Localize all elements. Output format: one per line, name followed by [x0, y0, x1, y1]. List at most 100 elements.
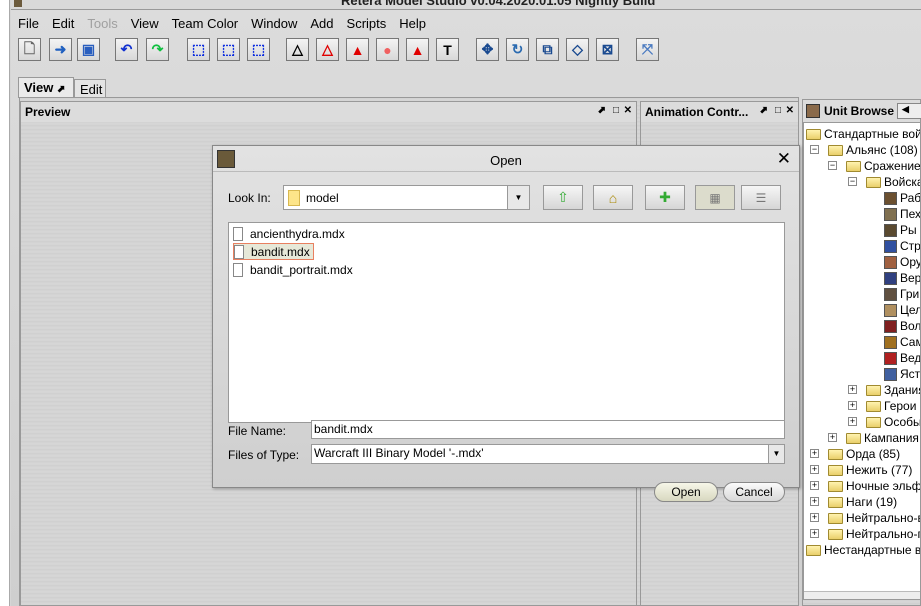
menu-team-color[interactable]: Team Color: [172, 16, 238, 31]
toolbar: 🗋 ➜ ▣ ↶ ↷ ⬚ ⬚ ⬚ △ △ ▲ ● ▲ T ✥ ↻ ⧉ ◇ ⊠ ⤧: [11, 36, 921, 66]
file-name-input[interactable]: bandit.mdx: [311, 420, 785, 439]
chevron-down-icon[interactable]: ▼: [507, 186, 529, 209]
menu-help[interactable]: Help: [399, 16, 426, 31]
tree-item[interactable]: Сам: [884, 334, 920, 350]
scale-button[interactable]: ⧉: [536, 38, 559, 61]
tree-item[interactable]: + Кампания: [828, 430, 919, 446]
list-view-button[interactable]: ▦: [695, 185, 735, 210]
tree-item[interactable]: + Нежить (77): [810, 462, 912, 478]
select-button[interactable]: ⬚: [187, 38, 210, 61]
undo-button[interactable]: ↶: [115, 38, 138, 61]
vertex-mode-button[interactable]: △: [286, 38, 309, 61]
tree-item[interactable]: − Войска: [848, 174, 920, 190]
tab-edit[interactable]: Edit: [74, 79, 106, 97]
deselect-button[interactable]: ⬚: [247, 38, 270, 61]
look-in-combo[interactable]: model ▼: [283, 185, 530, 210]
menu-file[interactable]: File: [18, 16, 39, 31]
group-mode-button[interactable]: ▲: [346, 38, 369, 61]
tree-item[interactable]: + Нейтрально-в: [810, 510, 920, 526]
expand-icon[interactable]: +: [810, 481, 819, 490]
expand-icon[interactable]: +: [848, 401, 857, 410]
face-mode-button[interactable]: △: [316, 38, 339, 61]
tree-item[interactable]: Ры: [884, 222, 917, 238]
text-button[interactable]: T: [436, 38, 459, 61]
bone-mode-button[interactable]: ●: [376, 38, 399, 61]
expand-icon[interactable]: +: [848, 385, 857, 394]
new-folder-button[interactable]: ✚: [645, 185, 685, 210]
horizontal-scrollbar[interactable]: [804, 591, 920, 599]
file-item[interactable]: bandit_portrait.mdx: [233, 261, 353, 278]
home-button[interactable]: ⌂: [593, 185, 633, 210]
tree-item[interactable]: Ору: [884, 254, 920, 270]
tree-item[interactable]: Гри: [884, 286, 919, 302]
close-icon[interactable]: ✕: [624, 105, 632, 116]
tree-item[interactable]: + Здания: [848, 382, 920, 398]
cancel-button[interactable]: Cancel: [723, 482, 785, 502]
tree-item[interactable]: − Сражение: [828, 158, 920, 174]
menu-tools[interactable]: Tools: [87, 16, 117, 31]
tree-item[interactable]: Нестандартные в: [806, 542, 920, 558]
new-file-button[interactable]: 🗋: [18, 38, 41, 61]
expand-icon[interactable]: +: [848, 417, 857, 426]
undock-icon[interactable]: ⬈: [57, 84, 65, 95]
extend-button[interactable]: ⊠: [596, 38, 619, 61]
tree-item[interactable]: Стандартные вой: [806, 126, 920, 142]
unit-tree[interactable]: Стандартные вой − Альянс (108) − Сражение − Во…: [803, 122, 921, 600]
collapse-icon[interactable]: −: [848, 177, 857, 186]
expand-icon[interactable]: +: [810, 529, 819, 538]
tree-item[interactable]: Яст: [884, 366, 920, 382]
file-item[interactable]: bandit.mdx: [233, 243, 314, 260]
file-type-combo[interactable]: Warcraft III Binary Model '-.mdx' ▼: [311, 444, 785, 464]
open-file-button[interactable]: ➜: [49, 38, 72, 61]
chevron-down-icon[interactable]: ▼: [768, 445, 784, 463]
menu-edit[interactable]: Edit: [52, 16, 74, 31]
expand-icon[interactable]: +: [810, 449, 819, 458]
tree-item[interactable]: Стр: [884, 238, 920, 254]
rotate-button[interactable]: ↻: [506, 38, 529, 61]
up-folder-button[interactable]: ⇧: [543, 185, 583, 210]
vertex-mode-icon: △: [292, 41, 303, 57]
expand-icon[interactable]: +: [810, 513, 819, 522]
tree-item[interactable]: + Герои: [848, 398, 916, 414]
tree-item[interactable]: Вол: [884, 318, 920, 334]
tree-item[interactable]: − Альянс (108): [810, 142, 918, 158]
collapse-icon[interactable]: −: [828, 161, 837, 170]
tree-item[interactable]: Вер: [884, 270, 920, 286]
redo-button[interactable]: ↷: [146, 38, 169, 61]
tree-item[interactable]: + Нейтрально-п: [810, 526, 920, 542]
tab-view[interactable]: View ⬈: [18, 77, 74, 98]
tree-item[interactable]: Цел: [884, 302, 920, 318]
collapse-icon[interactable]: −: [810, 145, 819, 154]
add-select-button[interactable]: ⬚: [217, 38, 240, 61]
menu-view[interactable]: View: [131, 16, 159, 31]
tree-item[interactable]: Раб: [884, 190, 920, 206]
snap-button[interactable]: ⤧: [636, 38, 659, 61]
undock-icon[interactable]: ⬈: [598, 105, 606, 116]
extrude-button[interactable]: ◇: [566, 38, 589, 61]
tree-item[interactable]: + Орда (85): [810, 446, 900, 462]
scroll-left-tab-button[interactable]: ◀: [897, 103, 921, 119]
expand-icon[interactable]: +: [810, 497, 819, 506]
cluster-mode-button[interactable]: ▲: [406, 38, 429, 61]
menu-scripts[interactable]: Scripts: [347, 16, 387, 31]
menu-add[interactable]: Add: [310, 16, 333, 31]
save-button[interactable]: ▣: [77, 38, 100, 61]
maximize-icon[interactable]: □: [775, 105, 781, 116]
file-item[interactable]: ancienthydra.mdx: [233, 225, 345, 242]
details-view-button[interactable]: ☰: [741, 185, 781, 210]
open-button[interactable]: Open: [654, 482, 718, 502]
expand-icon[interactable]: +: [810, 465, 819, 474]
tree-item[interactable]: + Особы: [848, 414, 920, 430]
close-icon[interactable]: ✕: [777, 149, 791, 169]
tree-item[interactable]: + Наги (19): [810, 494, 897, 510]
menu-window[interactable]: Window: [251, 16, 297, 31]
tree-item[interactable]: Пех: [884, 206, 920, 222]
tree-item[interactable]: Вед: [884, 350, 920, 366]
undock-icon[interactable]: ⬈: [760, 105, 768, 116]
file-list[interactable]: ancienthydra.mdx bandit.mdx bandit_portrai…: [228, 222, 785, 423]
expand-icon[interactable]: +: [828, 433, 837, 442]
tree-item[interactable]: + Ночные эльф: [810, 478, 920, 494]
move-button[interactable]: ✥: [476, 38, 499, 61]
maximize-icon[interactable]: □: [613, 105, 619, 116]
close-icon[interactable]: ✕: [786, 105, 794, 116]
